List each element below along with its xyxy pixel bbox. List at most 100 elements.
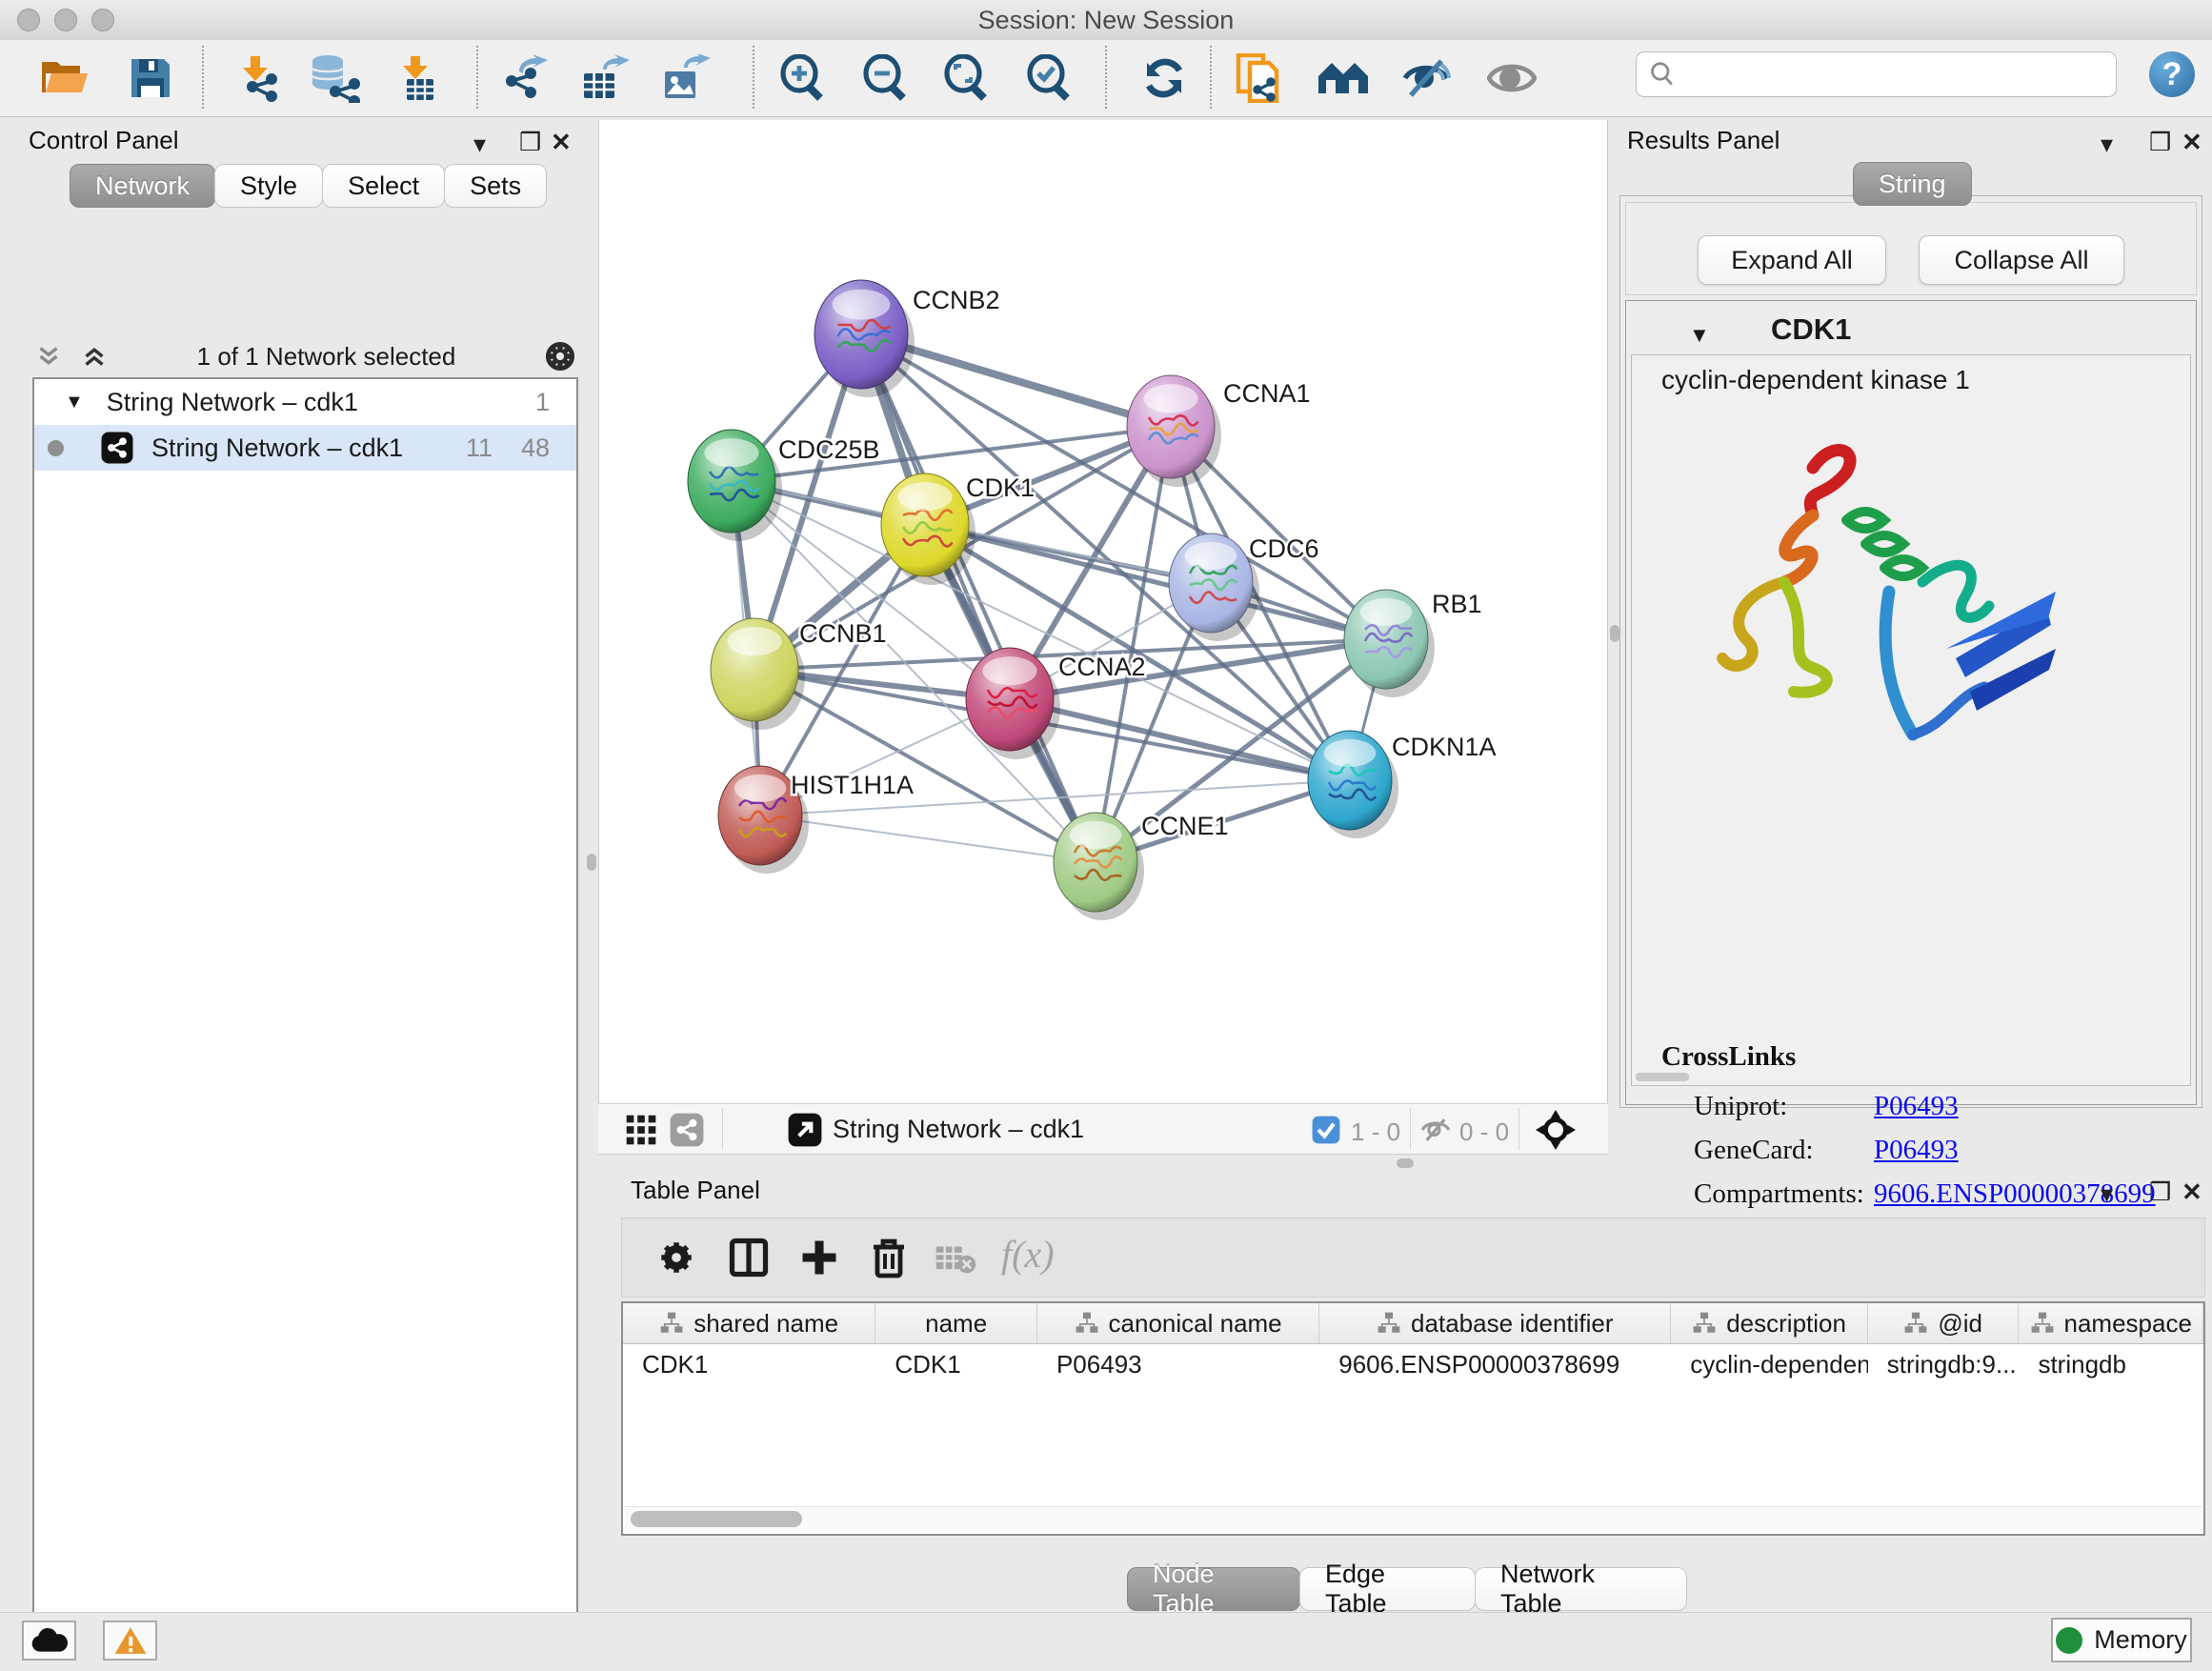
refresh-icon[interactable]	[1137, 53, 1191, 103]
network-node-RB1[interactable]: RB1	[1344, 590, 1482, 697]
network-node-CCNA2[interactable]: CCNA2	[966, 648, 1146, 759]
string-network-graph[interactable]: CCNB2CCNA1CDC25BCDK1CDC6RB1CCNB1CCNA2CDK…	[599, 120, 1607, 1101]
tab-network-table[interactable]: Network Table	[1475, 1567, 1687, 1611]
hidden-eye-icon[interactable]	[1419, 1115, 1452, 1145]
search-box[interactable]	[1636, 51, 2117, 97]
column-header-description[interactable]: description	[1671, 1303, 1868, 1343]
panel-menu-icon[interactable]: ▾	[473, 131, 486, 156]
table-row[interactable]: CDK1CDK1P064939606.ENSP00000378699cyclin…	[623, 1344, 2203, 1386]
delete-column-icon[interactable]	[868, 1236, 910, 1279]
crosslink-link[interactable]: P06493	[1874, 1091, 1959, 1122]
tab-string[interactable]: String	[1853, 162, 1972, 206]
save-session-icon[interactable]	[124, 53, 177, 103]
network-node-CCNA1[interactable]: CCNA1	[1127, 375, 1311, 487]
cell-description[interactable]: cyclin-dependent ...	[1671, 1344, 1868, 1386]
collapse-all-button[interactable]: Collapse All	[1919, 235, 2124, 285]
open-file-icon[interactable]	[38, 53, 91, 103]
collection-count: 1	[535, 388, 550, 417]
tab-network[interactable]: Network	[70, 164, 215, 208]
cell-@id[interactable]: stringdb:9...	[1868, 1344, 2020, 1386]
fit-selected-crosshair-icon[interactable]	[1536, 1110, 1576, 1150]
column-header-database-identifier[interactable]: database identifier	[1319, 1303, 1671, 1343]
duplicate-network-icon[interactable]	[1233, 53, 1286, 103]
zoom-selected-icon[interactable]	[1022, 53, 1076, 103]
collection-expander-icon[interactable]: ▼	[65, 392, 84, 413]
help-icon[interactable]: ?	[2149, 51, 2195, 97]
network-node-CCNE1[interactable]: CCNE1	[1054, 812, 1229, 920]
import-table-icon[interactable]	[391, 53, 444, 103]
column-header-shared-name[interactable]: shared name	[623, 1303, 875, 1343]
network-canvas[interactable]: CCNB2CCNA1CDC25BCDK1CDC6RB1CCNB1CCNA2CDK…	[598, 120, 1608, 1103]
network-node-CCNB2[interactable]: CCNB2	[814, 280, 1000, 397]
expand-all-icon[interactable]	[78, 340, 111, 372]
grid-view-icon[interactable]	[625, 1114, 657, 1146]
zoom-fit-icon[interactable]	[939, 53, 993, 103]
cell-namespace[interactable]: stringdb	[2019, 1344, 2203, 1386]
float-panel-icon[interactable]: ❒	[2149, 1179, 2171, 1204]
add-column-icon[interactable]	[799, 1238, 839, 1278]
network-share-icon[interactable]	[669, 1112, 705, 1148]
column-header-namespace[interactable]: namespace	[2019, 1303, 2203, 1343]
show-all-icon[interactable]	[1485, 53, 1538, 103]
network-list-header: 1 of 1 Network selected	[32, 337, 578, 375]
zoom-in-icon[interactable]	[775, 53, 829, 103]
tab-select[interactable]: Select	[322, 164, 445, 208]
network-node-CCNB1[interactable]: CCNB1	[711, 618, 887, 730]
tab-node-table[interactable]: Node Table	[1127, 1567, 1300, 1611]
tab-edge-table[interactable]: Edge Table	[1299, 1567, 1476, 1611]
column-header-name[interactable]: name	[875, 1303, 1037, 1343]
results-hscrollbar[interactable]	[1636, 1073, 1689, 1081]
open-in-window-icon[interactable]	[787, 1112, 823, 1148]
memory-button[interactable]: Memory	[2051, 1618, 2192, 1662]
network-node-CDK1[interactable]: CDK1	[881, 473, 1035, 585]
scrollbar-thumb[interactable]	[631, 1511, 802, 1527]
close-panel-icon[interactable]: ✕	[2182, 130, 2202, 154]
splitter-handle[interactable]	[1397, 1158, 1414, 1168]
selected-checkbox-icon[interactable]	[1311, 1115, 1341, 1145]
cell-canonical-name[interactable]: P06493	[1037, 1344, 1319, 1386]
network-node-CDKN1A[interactable]: CDKN1A	[1308, 731, 1497, 838]
export-network-icon[interactable]	[501, 53, 554, 103]
cell-database-identifier[interactable]: 9606.ENSP00000378699	[1319, 1344, 1671, 1386]
node-table[interactable]: shared namenamecanonical namedatabase id…	[621, 1301, 2205, 1536]
float-panel-icon[interactable]: ❒	[519, 130, 541, 154]
table-hscrollbar[interactable]	[625, 1506, 2202, 1532]
export-table-icon[interactable]	[579, 53, 633, 103]
show-columns-icon[interactable]	[729, 1238, 769, 1278]
cloud-button[interactable]	[22, 1621, 76, 1661]
toolbar-separator	[1210, 46, 1212, 109]
cell-name[interactable]: CDK1	[875, 1344, 1037, 1386]
float-panel-icon[interactable]: ❒	[2149, 130, 2171, 154]
import-network-database-icon[interactable]	[307, 53, 360, 103]
column-header-@id[interactable]: @id	[1868, 1303, 2020, 1343]
splitter-handle[interactable]	[1610, 625, 1619, 642]
export-image-icon[interactable]	[660, 53, 714, 103]
table-settings-gear-icon[interactable]	[656, 1238, 696, 1278]
first-neighbors-icon[interactable]	[1317, 53, 1370, 103]
import-network-icon[interactable]	[231, 53, 284, 103]
search-input[interactable]	[1677, 59, 2090, 91]
gene-expander-icon[interactable]: ▼	[1689, 323, 1710, 348]
close-panel-icon[interactable]: ✕	[2182, 1179, 2202, 1204]
zoom-out-icon[interactable]	[858, 53, 912, 103]
control-panel-title: Control Panel	[29, 126, 179, 155]
gear-icon[interactable]	[542, 338, 578, 374]
application-window: Session: New Session	[0, 0, 2212, 1671]
network-node-CDC25B[interactable]: CDC25B	[688, 430, 880, 541]
network-row[interactable]: String Network – cdk1 11 48	[34, 425, 576, 471]
splitter-handle[interactable]	[587, 854, 596, 871]
hide-selected-icon[interactable]	[1399, 53, 1453, 103]
collapse-all-icon[interactable]	[32, 340, 65, 372]
expand-all-button[interactable]: Expand All	[1698, 235, 1886, 285]
column-header-canonical-name[interactable]: canonical name	[1037, 1303, 1319, 1343]
panel-menu-icon[interactable]: ▾	[2101, 1181, 2113, 1206]
tab-style[interactable]: Style	[214, 164, 323, 208]
network-collection-row[interactable]: ▼ String Network – cdk1 1	[34, 379, 576, 425]
warning-button[interactable]	[103, 1621, 157, 1661]
cell-shared-name[interactable]: CDK1	[623, 1344, 875, 1386]
network-node-HIST1H1A[interactable]: HIST1H1A	[718, 766, 914, 874]
close-panel-icon[interactable]: ✕	[551, 130, 572, 154]
tab-sets[interactable]: Sets	[444, 164, 547, 208]
panel-menu-icon[interactable]: ▾	[2101, 131, 2113, 156]
crosslink-link[interactable]: P06493	[1874, 1135, 1959, 1166]
